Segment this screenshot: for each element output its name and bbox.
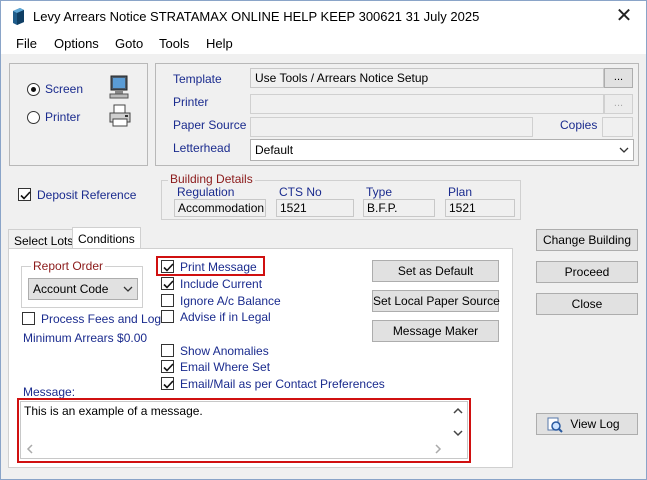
cts-value: 1521 [276, 199, 354, 217]
title-bar: Levy Arrears Notice STRATAMAX ONLINE HEL… [1, 1, 646, 32]
paper-source-field[interactable] [250, 117, 533, 137]
view-log-button[interactable]: View Log [536, 413, 638, 435]
plan-value: 1521 [445, 199, 515, 217]
message-highlight [17, 398, 471, 463]
building-details-title: Building Details [168, 172, 255, 186]
message-maker-button[interactable]: Message Maker [372, 320, 499, 342]
printer-icon [109, 104, 131, 127]
letterhead-select[interactable]: Default [250, 139, 634, 161]
type-label: Type [366, 185, 393, 199]
report-order-select[interactable]: Account Code [28, 278, 138, 300]
chevron-down-icon [123, 286, 133, 292]
check-icon [163, 380, 174, 389]
report-order-title: Report Order [31, 259, 106, 273]
proceed-button[interactable]: Proceed [536, 261, 638, 283]
copies-label: Copies [560, 118, 598, 132]
screen-radio[interactable] [27, 83, 40, 96]
menu-file[interactable]: File [16, 36, 37, 51]
include-current-checkbox[interactable] [161, 277, 174, 290]
minimum-arrears-label: Minimum Arrears $0.00 [23, 331, 148, 345]
regulation-value: Accommodation [174, 199, 266, 217]
set-as-default-button[interactable]: Set as Default [372, 260, 499, 282]
template-browse-button[interactable]: ... [604, 68, 633, 88]
deposit-reference-label: Deposit Reference [37, 188, 137, 202]
menu-help[interactable]: Help [206, 36, 233, 51]
set-local-paper-source-button[interactable]: Set Local Paper Source [372, 290, 500, 312]
print-settings-panel: Template Use Tools / Arrears Notice Setu… [155, 63, 639, 166]
email-where-set-checkbox[interactable] [161, 360, 174, 373]
app-icon [13, 8, 24, 25]
menu-bar: File Options Goto Tools Help [1, 32, 646, 54]
email-mail-preferences-checkbox[interactable] [161, 377, 174, 390]
advise-legal-checkbox[interactable] [161, 310, 174, 323]
copies-field[interactable] [602, 117, 633, 137]
advise-legal-label: Advise if in Legal [180, 310, 271, 324]
ignore-balance-label: Ignore A/c Balance [180, 294, 281, 308]
change-building-button[interactable]: Change Building [536, 229, 638, 251]
magnifier-log-icon [547, 417, 563, 433]
show-anomalies-checkbox[interactable] [161, 344, 174, 357]
printer-label: Printer [45, 110, 81, 124]
report-order-value: Account Code [33, 282, 109, 296]
show-anomalies-label: Show Anomalies [180, 344, 269, 358]
printer-browse-button[interactable]: ... [604, 94, 633, 114]
check-icon [20, 191, 31, 200]
letterhead-label: Letterhead [173, 141, 231, 155]
view-log-label: View Log [570, 417, 620, 431]
close-button[interactable]: Close [536, 293, 638, 315]
include-current-label: Include Current [180, 277, 263, 291]
printer-radio[interactable] [27, 111, 40, 124]
template-field[interactable]: Use Tools / Arrears Notice Setup [250, 68, 604, 88]
message-label: Message: [23, 385, 76, 399]
email-mail-preferences-label: Email/Mail as per Contact Preferences [180, 377, 385, 391]
menu-goto[interactable]: Goto [115, 36, 143, 51]
type-value: B.F.P. [363, 199, 435, 217]
process-fees-checkbox[interactable] [22, 312, 35, 325]
process-fees-label: Process Fees and Log [41, 312, 162, 326]
check-icon [163, 363, 174, 372]
plan-label: Plan [448, 185, 473, 199]
ignore-balance-checkbox[interactable] [161, 294, 174, 307]
window-title: Levy Arrears Notice STRATAMAX ONLINE HEL… [33, 9, 480, 24]
close-window-button[interactable]: ✕ [610, 5, 638, 29]
deposit-reference-checkbox[interactable] [18, 188, 31, 201]
letterhead-value: Default [255, 143, 294, 157]
print-message-highlight [156, 256, 265, 276]
email-where-set-label: Email Where Set [180, 360, 271, 374]
screen-label: Screen [45, 82, 84, 96]
paper-source-label: Paper Source [173, 118, 247, 132]
printer-setting-label: Printer [173, 95, 209, 109]
monitor-icon [109, 75, 129, 99]
menu-tools[interactable]: Tools [159, 36, 189, 51]
regulation-label: Regulation [177, 185, 235, 199]
chevron-down-icon [619, 147, 629, 153]
levy-arrears-window: Levy Arrears Notice STRATAMAX ONLINE HEL… [0, 0, 647, 480]
cts-label: CTS No [279, 185, 322, 199]
template-label: Template [173, 72, 222, 86]
output-panel: Screen Printer [9, 63, 148, 166]
printer-field[interactable] [250, 94, 604, 114]
check-icon [163, 280, 174, 289]
menu-options[interactable]: Options [54, 36, 99, 51]
